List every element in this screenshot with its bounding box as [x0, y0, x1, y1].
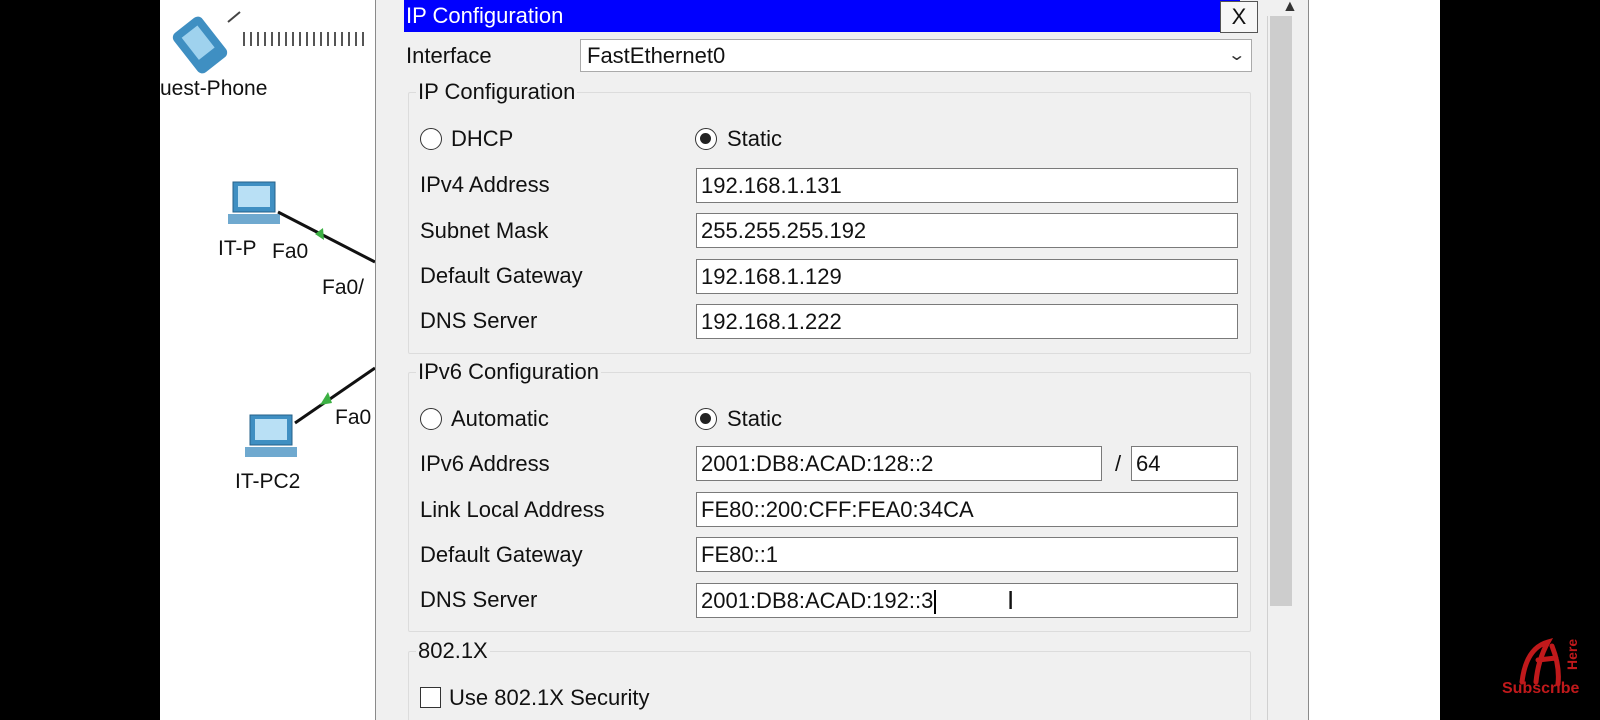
interface-value: FastEthernet0	[587, 43, 726, 68]
interface-label: Interface	[406, 43, 492, 68]
watermark-here-text: Here	[1564, 638, 1580, 670]
prefix-length-field[interactable]: 64	[1131, 446, 1238, 481]
watermark-subscribe-text: Subscribe	[1502, 680, 1580, 697]
ipv4-group-title: IP Configuration	[416, 79, 578, 105]
use-8021x-checkbox[interactable]	[420, 687, 441, 708]
subscribe-watermark: Subscribe Here	[1502, 630, 1586, 708]
ipv6-static-radio[interactable]	[695, 408, 717, 430]
port-label: Fa0	[335, 406, 372, 429]
automatic-label[interactable]: Automatic	[451, 406, 549, 432]
ipv4-gateway-field[interactable]: 192.168.1.129	[696, 259, 1238, 294]
ipv6-static-label[interactable]: Static	[727, 406, 782, 432]
ipv6-gateway-label: Default Gateway	[420, 542, 583, 567]
link-local-label: Link Local Address	[420, 497, 605, 522]
ipv6-dns-value: 2001:DB8:ACAD:192::3	[701, 588, 934, 613]
ipv4-address-label: IPv4 Address	[420, 172, 550, 197]
ipv4-static-radio[interactable]	[695, 128, 717, 150]
scrollbar-thumb[interactable]	[1270, 16, 1292, 606]
dhcp-label[interactable]: DHCP	[451, 126, 513, 152]
ipv4-dns-field[interactable]: 192.168.1.222	[696, 304, 1238, 339]
pc-icon[interactable]	[245, 414, 297, 457]
device-label: uest-Phone	[160, 77, 268, 100]
link-local-field[interactable]: FE80::200:CFF:FEA0:34CA	[696, 492, 1238, 527]
prefix-separator: /	[1115, 451, 1122, 476]
device-label: IT-P	[218, 237, 257, 260]
wireless-signal-icon	[243, 32, 364, 46]
ipv6-address-field[interactable]: 2001:DB8:ACAD:128::2	[696, 446, 1102, 481]
vertical-scrollbar[interactable]	[1267, 16, 1293, 720]
text-caret	[934, 590, 937, 615]
ipv4-gateway-label: Default Gateway	[420, 263, 583, 288]
dialog-title: IP Configuration	[406, 3, 564, 28]
port-label: Fa0	[272, 240, 309, 263]
use-8021x-label[interactable]: Use 802.1X Security	[449, 685, 650, 711]
port-label: Fa0/	[322, 276, 365, 299]
link-light-icon	[320, 392, 332, 405]
ipv6-group-title: IPv6 Configuration	[416, 359, 601, 385]
dhcp-radio[interactable]	[420, 128, 442, 150]
interface-select[interactable]: FastEthernet0 ⌄	[580, 39, 1252, 72]
device-label: IT-PC2	[235, 470, 301, 493]
text-cursor-icon: I	[1007, 585, 1015, 615]
title-bar[interactable]: IP Configuration	[404, 0, 1240, 32]
ipv6-dns-field[interactable]: 2001:DB8:ACAD:192::3	[696, 583, 1238, 618]
phone-icon[interactable]	[170, 11, 241, 76]
ipv4-address-field[interactable]: 192.168.1.131	[696, 168, 1238, 203]
close-button[interactable]: X	[1220, 1, 1258, 33]
chevron-down-icon: ⌄	[1226, 47, 1246, 64]
subnet-mask-field[interactable]: 255.255.255.192	[696, 213, 1238, 248]
ipv6-gateway-field[interactable]: FE80::1	[696, 537, 1238, 572]
scroll-up-icon[interactable]: ▲	[1282, 0, 1298, 16]
ipv4-static-label[interactable]: Static	[727, 126, 782, 152]
dot1x-group-title: 802.1X	[416, 638, 490, 664]
ipv6-address-label: IPv6 Address	[420, 451, 550, 476]
automatic-radio[interactable]	[420, 408, 442, 430]
pc-icon[interactable]	[228, 181, 280, 224]
ip-configuration-dialog: IP Configuration X ▲ Interface FastEther…	[375, 0, 1309, 720]
link-light-icon	[315, 228, 324, 240]
ipv6-dns-label: DNS Server	[420, 587, 538, 612]
ipv4-dns-label: DNS Server	[420, 308, 538, 333]
subnet-mask-label: Subnet Mask	[420, 218, 549, 243]
